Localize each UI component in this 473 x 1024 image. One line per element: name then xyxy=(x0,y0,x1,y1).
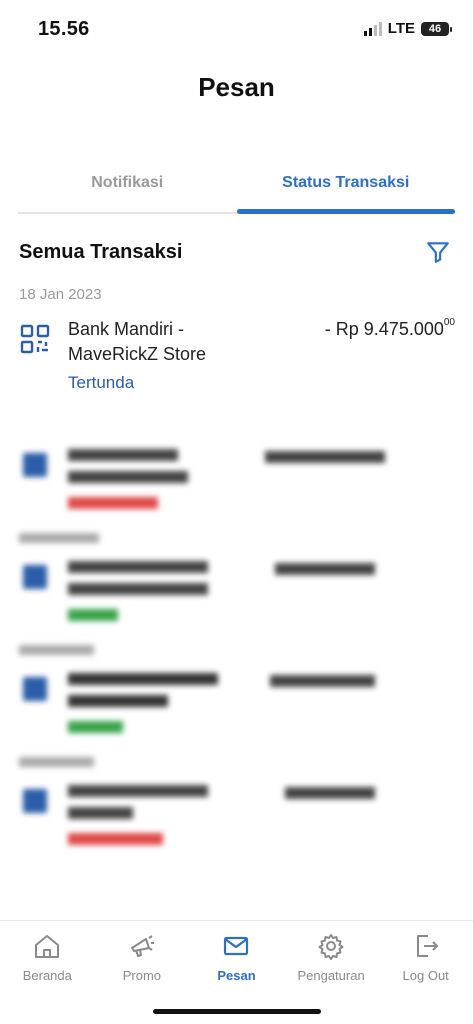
transaction-icon xyxy=(23,453,47,477)
gear-icon xyxy=(318,934,344,960)
nav-label: Beranda xyxy=(22,968,72,983)
transaction-icon xyxy=(23,789,47,813)
nav-label: Log Out xyxy=(402,968,449,983)
tab-status-transaksi[interactable]: Status Transaksi xyxy=(236,160,456,214)
transaction-amount: - Rp 9.475.00000 xyxy=(324,317,455,340)
status-time: 15.56 xyxy=(38,18,90,40)
mail-icon xyxy=(224,936,249,956)
filter-icon xyxy=(427,242,449,263)
qr-code-icon xyxy=(20,324,50,354)
nav-label: Pengaturan xyxy=(297,968,365,983)
transaction-icon xyxy=(23,565,47,589)
battery-icon: 46 xyxy=(421,21,452,36)
home-icon xyxy=(35,935,60,958)
transaction-item[interactable]: Bank Mandiri - MaveRickZ Store Tertunda … xyxy=(19,317,455,393)
logout-icon xyxy=(416,935,438,957)
blurred-transactions xyxy=(19,443,455,845)
transaction-amount-cents: 00 xyxy=(443,317,455,328)
status-bar: 15.56 LTE 46 xyxy=(0,0,473,60)
tab-bar: Notifikasi Status Transaksi xyxy=(18,160,455,214)
status-indicators: LTE 46 xyxy=(363,20,452,37)
transaction-icon xyxy=(23,677,47,701)
transaction-list: 18 Jan 2023 Bank Mandiri - MaveRickZ Sto… xyxy=(19,286,455,845)
transaction-name: Bank Mandiri - MaveRickZ Store xyxy=(68,319,207,364)
nav-label: Pesan xyxy=(217,968,256,983)
signal-icon xyxy=(363,21,382,36)
transaction-item[interactable] xyxy=(19,779,455,845)
nav-item-beranda[interactable]: Beranda xyxy=(0,921,95,1024)
section-header: Semua Transaksi xyxy=(19,236,453,268)
tab-notifikasi[interactable]: Notifikasi xyxy=(18,160,237,212)
section-title: Semua Transaksi xyxy=(19,240,183,263)
transaction-amount-value: - Rp 9.475.000 xyxy=(324,319,444,339)
transaction-status: Tertunda xyxy=(68,373,135,392)
megaphone-icon xyxy=(130,935,154,957)
nav-item-logout[interactable]: Log Out xyxy=(378,921,473,1024)
transaction-date: 18 Jan 2023 xyxy=(19,286,102,303)
page-title: Pesan xyxy=(198,72,275,102)
transaction-item[interactable] xyxy=(19,667,455,733)
filter-button[interactable] xyxy=(423,237,453,267)
transaction-item[interactable] xyxy=(19,443,455,509)
transaction-item[interactable] xyxy=(19,555,455,621)
network-type: LTE xyxy=(387,20,415,37)
home-indicator xyxy=(153,1009,321,1014)
nav-label: Promo xyxy=(122,968,162,983)
